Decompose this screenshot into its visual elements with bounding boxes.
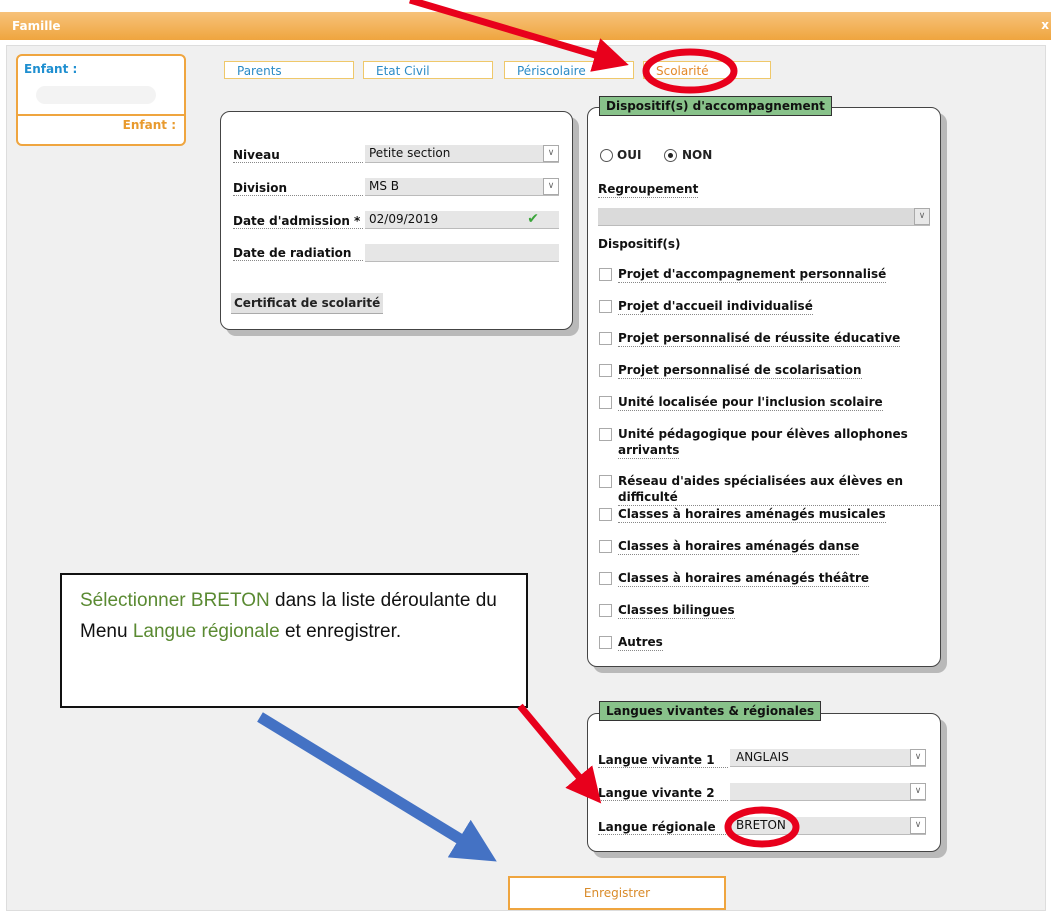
redacted-child-name <box>36 86 156 104</box>
langues-legend: Langues vivantes & régionales <box>599 701 822 721</box>
callout-highlight: Langue régionale <box>132 621 280 642</box>
tab-periscolaire[interactable]: Périscolaire <box>504 61 634 79</box>
lv1-value: ANGLAIS <box>736 750 789 764</box>
dispositif-checkbox[interactable] <box>599 364 612 377</box>
dispositif-checkbox[interactable] <box>599 300 612 313</box>
dispositif-checkbox[interactable] <box>599 540 612 553</box>
dispositif-label-line2: arrivants <box>618 443 680 459</box>
lv2-select[interactable]: ∨ <box>730 783 926 801</box>
dispositif-label: Autres <box>618 635 663 651</box>
chevron-down-icon[interactable]: ∨ <box>910 783 926 800</box>
division-label: Division <box>233 181 363 196</box>
dispositif-label: Projet d'accueil individualisé <box>618 299 813 315</box>
radiation-date-field[interactable] <box>365 244 559 262</box>
dispositif-label: Classes bilingues <box>618 603 735 619</box>
dispositif-label: Classes à horaires aménagés théâtre <box>618 571 870 587</box>
division-select[interactable]: MS B ∨ <box>365 178 559 196</box>
chevron-down-icon[interactable]: ∨ <box>910 817 926 834</box>
chevron-down-icon[interactable]: ∨ <box>543 178 559 195</box>
niveau-value: Petite section <box>369 146 451 160</box>
instruction-callout: Sélectionner BRETON dans la liste déroul… <box>60 573 528 708</box>
check-icon: ✔ <box>527 211 539 227</box>
regionale-label: Langue régionale <box>598 820 728 835</box>
dispositif-checkbox[interactable] <box>599 475 612 488</box>
dispositif-checkbox[interactable] <box>599 268 612 281</box>
regroupement-label: Regroupement <box>598 182 699 198</box>
dispositif-checkbox[interactable] <box>599 604 612 617</box>
oui-radio[interactable] <box>600 149 613 162</box>
dispositif-label: Classes à horaires aménagés musicales <box>618 507 886 523</box>
niveau-select[interactable]: Petite section ∨ <box>365 145 559 163</box>
window-title: Famille <box>12 19 61 33</box>
accompagnement-panel: OUI NON Regroupement ∨ Dispositif(s) Pro… <box>587 107 941 667</box>
admission-date-field[interactable]: 02/09/2019 ✔ <box>365 211 559 229</box>
save-button[interactable]: Enregistrer <box>508 876 726 910</box>
dispositifs-label: Dispositif(s) <box>598 237 681 251</box>
radiation-label: Date de radiation <box>233 246 363 261</box>
divider <box>18 114 184 116</box>
dispositif-label: Réseau d'aides spécialisées aux élèves e… <box>618 473 940 506</box>
chevron-down-icon[interactable]: ∨ <box>910 749 926 766</box>
lv2-label: Langue vivante 2 <box>598 786 728 801</box>
tab-scolarite[interactable]: Scolarité <box>643 61 771 79</box>
lv1-select[interactable]: ANGLAIS ∨ <box>730 749 926 767</box>
admission-label: Date d'admission * <box>233 214 363 229</box>
child-label-1[interactable]: Enfant : <box>24 62 77 76</box>
chevron-down-icon[interactable]: ∨ <box>914 208 930 225</box>
callout-highlight: Sélectionner BRETON <box>80 590 270 611</box>
tab-etat-civil[interactable]: Etat Civil <box>363 61 493 79</box>
regionale-value: BRETON <box>736 818 786 832</box>
dispositif-label: Projet personnalisé de scolarisation <box>618 363 862 379</box>
dispositif-checkbox[interactable] <box>599 332 612 345</box>
accompagnement-legend: Dispositif(s) d'accompagnement <box>599 96 832 116</box>
tab-parents[interactable]: Parents <box>224 61 354 79</box>
window-titlebar: Famille x <box>0 12 1051 40</box>
non-label: NON <box>682 148 713 162</box>
dispositif-label: Unité pédagogique pour élèves allophones <box>618 427 908 441</box>
lv1-label: Langue vivante 1 <box>598 753 728 768</box>
screen: Famille x Enfant : Enfant : Parents Etat… <box>0 0 1051 916</box>
child-label-2[interactable]: Enfant : <box>123 118 176 132</box>
dispositif-checkbox[interactable] <box>599 428 612 441</box>
chevron-down-icon[interactable]: ∨ <box>543 145 559 162</box>
dispositif-checkbox[interactable] <box>599 572 612 585</box>
dispositif-checkbox[interactable] <box>599 396 612 409</box>
dispositif-label: Unité localisée pour l'inclusion scolair… <box>618 395 883 411</box>
regroupement-select[interactable]: ∨ <box>598 208 930 226</box>
dispositif-checkbox[interactable] <box>599 508 612 521</box>
school-info-panel: Niveau Petite section ∨ Division MS B ∨ … <box>220 111 573 330</box>
non-radio[interactable] <box>664 149 677 162</box>
langues-panel: Langue vivante 1 ANGLAIS ∨ Langue vivant… <box>587 713 941 852</box>
dispositif-checkbox[interactable] <box>599 636 612 649</box>
certificate-button[interactable]: Certificat de scolarité <box>231 293 384 314</box>
division-value: MS B <box>369 179 400 193</box>
dispositif-label: Classes à horaires aménagés danse <box>618 539 860 555</box>
niveau-label: Niveau <box>233 148 363 163</box>
callout-text: et enregistrer. <box>279 621 402 642</box>
dispositif-label: Projet personnalisé de réussite éducativ… <box>618 331 901 347</box>
oui-label: OUI <box>617 148 642 162</box>
dispositif-label: Projet d'accompagnement personnalisé <box>618 267 887 283</box>
regionale-select[interactable]: BRETON ∨ <box>730 817 926 835</box>
close-icon[interactable]: x <box>1041 18 1049 32</box>
admission-value: 02/09/2019 <box>369 212 439 226</box>
child-selector[interactable]: Enfant : Enfant : <box>16 54 186 146</box>
